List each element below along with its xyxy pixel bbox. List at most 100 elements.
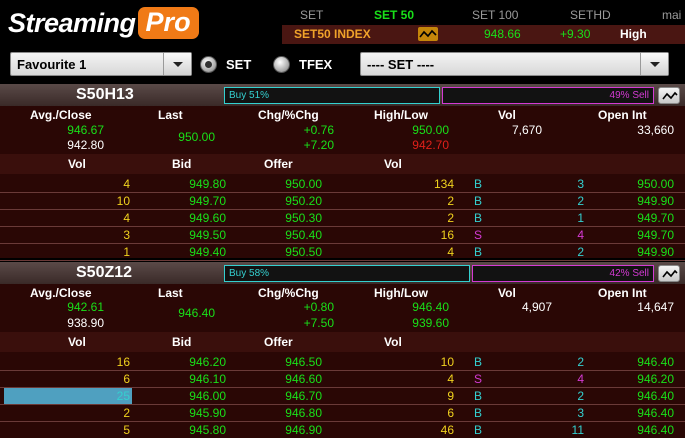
row-divider xyxy=(0,209,685,210)
radio-tfex[interactable] xyxy=(273,56,290,73)
index-ticker: SET50 INDEX 948.66 +9.30 High xyxy=(282,25,685,44)
chg-value: +0.80 xyxy=(303,300,334,314)
offer-price: 946.80 xyxy=(285,406,322,420)
tick-side: B xyxy=(474,355,483,369)
favourite-select[interactable]: Favourite 1 xyxy=(10,52,192,76)
header-bid: Bid xyxy=(172,335,192,349)
tab-set50[interactable]: SET 50 xyxy=(374,8,414,22)
bid-price: 949.40 xyxy=(189,245,226,259)
tick-volume: 2 xyxy=(577,389,584,403)
tick-side: B xyxy=(474,194,483,208)
offer-volume: 16 xyxy=(440,228,454,242)
offer-volume: 4 xyxy=(447,245,454,259)
tick-volume: 2 xyxy=(577,355,584,369)
index-chart-icon[interactable] xyxy=(418,27,438,41)
depth-header: Vol Bid Offer Vol xyxy=(0,332,685,352)
streaming-pro-logo: Streaming Pro xyxy=(8,6,199,40)
header-bid: Bid xyxy=(172,157,192,171)
bid-volume: 10 xyxy=(116,194,130,208)
tick-side: S xyxy=(474,372,483,386)
bid-price: 949.60 xyxy=(189,211,226,225)
bid-volume: 16 xyxy=(116,355,130,369)
graph-button[interactable] xyxy=(658,87,680,104)
symbol-name: S50H13 xyxy=(76,86,134,103)
last-value: 950.00 xyxy=(178,130,215,144)
bid-volume: 5 xyxy=(123,423,130,437)
offer-volume: 134 xyxy=(433,177,454,191)
header-bid-vol: Vol xyxy=(68,157,86,171)
tab-set[interactable]: SET xyxy=(300,8,323,22)
index-level: High xyxy=(620,27,647,41)
buy-pressure-label: Buy 51% xyxy=(229,90,270,101)
offer-price: 946.50 xyxy=(285,355,322,369)
tick-side: B xyxy=(474,406,483,420)
tick-side: S xyxy=(474,228,483,242)
graph-button[interactable] xyxy=(658,265,680,282)
tick-volume: 2 xyxy=(577,194,584,208)
tick-side: B xyxy=(474,177,483,191)
bid-volume: 4 xyxy=(123,211,130,225)
offer-price: 950.00 xyxy=(285,177,322,191)
radio-set[interactable] xyxy=(200,56,217,73)
tick-price: 949.90 xyxy=(637,245,674,259)
tick-price: 946.40 xyxy=(637,355,674,369)
line-chart-icon xyxy=(662,91,678,100)
offer-price: 946.90 xyxy=(285,423,322,437)
market-tabs: SET SET 50 SET 100 SETHD mai xyxy=(282,6,685,24)
market-select[interactable]: ---- SET ---- xyxy=(360,52,669,76)
label-high-low: High/Low xyxy=(374,286,428,300)
label-chg: Chg/%Chg xyxy=(258,108,319,122)
bid-volume: 25 xyxy=(116,389,130,403)
sell-pressure-bar: 49% Sell xyxy=(442,87,654,104)
tab-mai[interactable]: mai xyxy=(662,8,681,22)
tick-volume: 3 xyxy=(577,177,584,191)
tick-price: 949.70 xyxy=(637,228,674,242)
offer-volume: 2 xyxy=(447,194,454,208)
offer-volume: 6 xyxy=(447,406,454,420)
tick-volume: 1 xyxy=(577,211,584,225)
tick-volume: 11 xyxy=(571,423,584,437)
bid-price: 949.50 xyxy=(189,228,226,242)
row-divider xyxy=(0,243,685,244)
offer-volume: 9 xyxy=(447,389,454,403)
depth-header: Vol Bid Offer Vol xyxy=(0,154,685,174)
tick-volume: 4 xyxy=(577,228,584,242)
chevron-down-icon[interactable] xyxy=(640,53,668,75)
pchg-value: +7.20 xyxy=(303,138,334,152)
pchg-value: +7.50 xyxy=(303,316,334,330)
label-vol: Vol xyxy=(498,108,516,122)
tick-price: 949.70 xyxy=(637,211,674,225)
bid-price: 946.20 xyxy=(189,355,226,369)
quote-panel-s50h13: S50H13 Buy 51% 49% Sell Avg./Close Last … xyxy=(0,84,685,261)
bid-price: 949.80 xyxy=(189,177,226,191)
tab-sethd[interactable]: SETHD xyxy=(570,8,611,22)
low-value: 939.60 xyxy=(412,316,449,330)
index-name: SET50 INDEX xyxy=(294,27,371,41)
bid-price: 946.00 xyxy=(189,389,226,403)
low-value: 942.70 xyxy=(412,138,449,152)
quote-panel-s50z12: S50Z12 Buy 58% 42% Sell Avg./Close Last … xyxy=(0,262,685,438)
offer-price: 946.70 xyxy=(285,389,322,403)
row-divider xyxy=(0,421,685,422)
chevron-down-icon[interactable] xyxy=(163,53,191,75)
label-last: Last xyxy=(158,108,183,122)
header-offer-vol: Vol xyxy=(384,157,402,171)
close-value: 942.80 xyxy=(67,138,104,152)
label-last: Last xyxy=(158,286,183,300)
bid-volume: 6 xyxy=(123,372,130,386)
open-int-value: 33,660 xyxy=(637,123,674,137)
tab-set100[interactable]: SET 100 xyxy=(472,8,518,22)
radio-tfex-label: TFEX xyxy=(299,57,333,72)
vol-value: 4,907 xyxy=(521,300,552,314)
sell-pressure-label: 42% Sell xyxy=(609,268,649,279)
open-int-value: 14,647 xyxy=(637,300,674,314)
tick-side: B xyxy=(474,389,483,403)
favourite-select-value: Favourite 1 xyxy=(17,57,87,72)
high-value: 950.00 xyxy=(412,123,449,137)
label-chg: Chg/%Chg xyxy=(258,286,319,300)
bid-price: 945.80 xyxy=(189,423,226,437)
buy-pressure-bar: Buy 51% xyxy=(224,87,440,104)
top-bar: Streaming Pro SET SET 50 SET 100 SETHD m… xyxy=(0,0,685,46)
sell-pressure-bar: 42% Sell xyxy=(472,265,654,282)
offer-price: 950.40 xyxy=(285,228,322,242)
